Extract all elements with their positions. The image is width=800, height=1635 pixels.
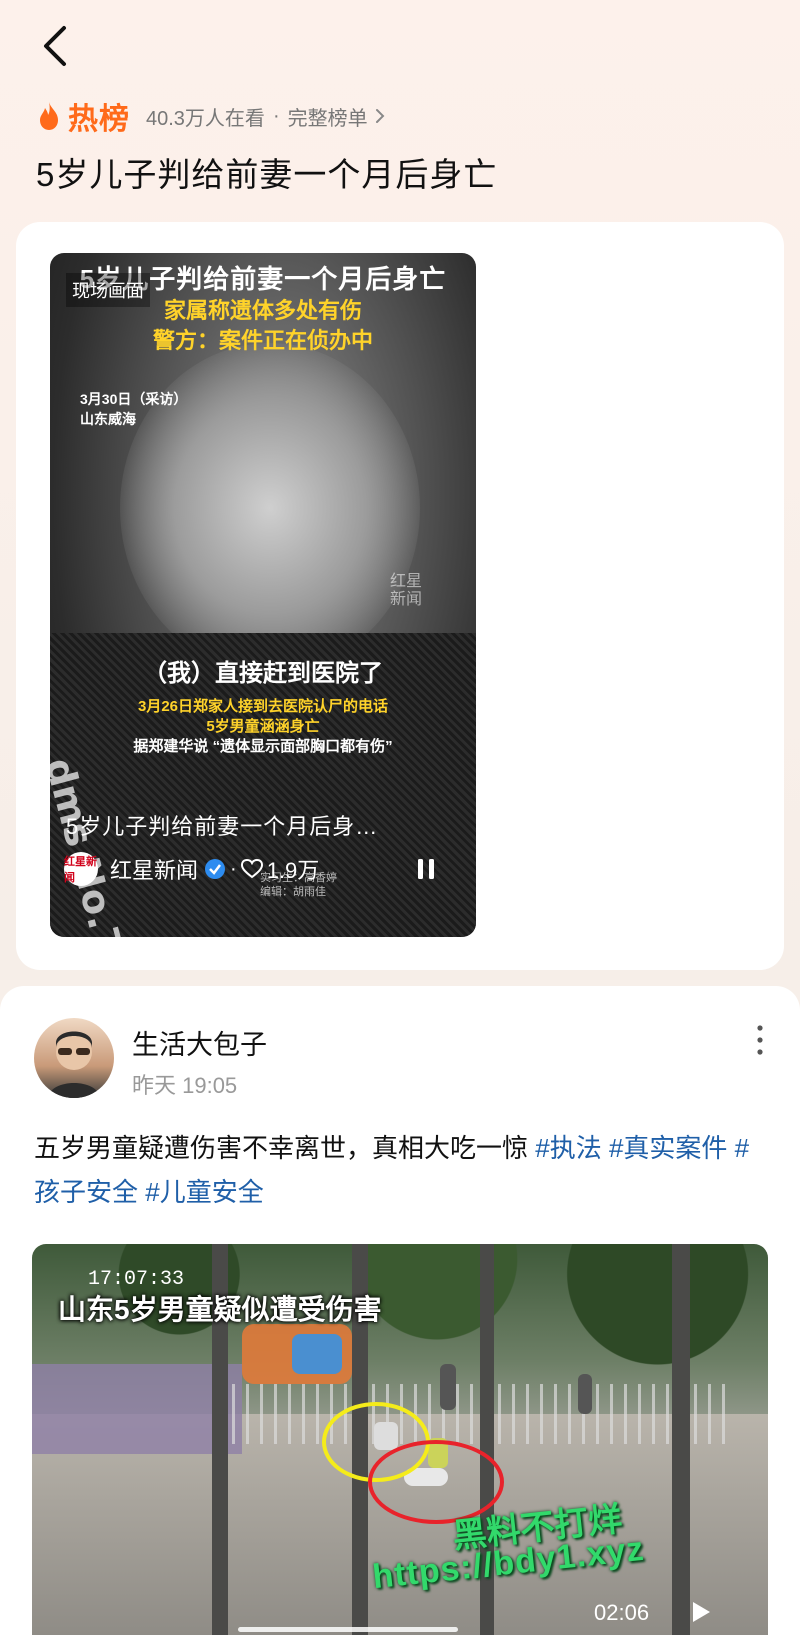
post-body: 五岁男童疑遭伤害不幸离世，真相大吃一惊 [34,1133,536,1163]
heart-icon[interactable] [240,859,263,879]
play-icon[interactable] [686,1598,714,1626]
hashtag-link[interactable]: #执法 [535,1133,601,1163]
video-overlay-line3: 警方：案件正在侦办中 [152,328,373,353]
person-figure [440,1364,456,1410]
post-video-player[interactable]: 17:07:33 山东5岁男童疑似遭受伤害 黑料不打烊 https://bdy1… [32,1244,768,1635]
source-logo[interactable]: 红星新闻 [64,852,98,886]
full-list-label: 完整榜单 [287,107,368,130]
like-count: 1.9万 [266,858,320,883]
video-caption: 5岁儿子判给前妻一个月后身… [66,814,379,839]
avatar-illustration [48,1031,100,1098]
video-subtitle-line2: 3月26日郑家人接到去医院认尸的电话 [137,698,389,715]
video-location: 山东威海 [80,411,136,427]
verified-badge-icon [205,859,226,879]
viewer-count: 40.3万人在看 [146,107,265,130]
chevron-left-icon [44,26,66,66]
person-figure [578,1374,592,1414]
back-button[interactable] [36,20,76,70]
pause-icon[interactable] [410,853,442,885]
flame-icon [40,102,58,130]
video-progress-bar[interactable] [238,1627,458,1632]
video-date: 3月30日（采访） [80,391,188,407]
video-watermark: 红星新闻 [390,573,423,608]
full-list-link[interactable]: 完整榜单 [288,102,386,131]
play-area-floor [32,1364,242,1454]
avatar[interactable] [34,1018,114,1098]
video-overlay-line2: 家属称遗体多处有伤 [163,298,362,323]
post-author-name[interactable]: 生活大包子 [132,1023,267,1062]
topic-title: 5岁儿子判给前妻一个月后身亡 [36,156,498,193]
post-time: 昨天 19:05 [132,1073,238,1098]
hashtag-link[interactable]: #儿童安全 [145,1177,263,1207]
video-author-bar: 红星新闻 红星新闻 · 1.9万 [64,847,319,891]
hashtag-link[interactable]: #真实案件 [609,1133,727,1163]
hot-list-row: 热榜 40.3万人在看 · 完整榜单 [36,96,386,136]
video-date-location: 3月30日（采访） 山东威海 [80,389,187,429]
post-video-title: 山东5岁男童疑似遭受伤害 [58,1294,382,1325]
pole [672,1244,690,1635]
video-subtitle-line3: 5岁男童涵涵身亡 [206,718,320,735]
playground-structure [292,1334,342,1374]
video-subtitle-line4: 据郑建华说 “遗体显示面部胸口都有伤” [133,738,393,755]
video-duration: 02:06 [594,1600,650,1625]
separator-dot: · [230,857,237,880]
separator-dot: · [272,104,280,127]
post-text: 五岁男童疑遭伤害不幸离世，真相大吃一惊 #执法 #真实案件 #孩子安全 #儿童安… [34,1126,774,1214]
video-subtitle-main: （我）直接赶到医院了 [143,660,383,687]
more-options-icon[interactable] [750,1022,770,1058]
hot-video-player[interactable]: dms No.79 Celebr 5岁儿子判给前妻一个月后身亡 现场画面 家属称… [50,253,476,937]
source-name[interactable]: 红星新闻 [110,853,198,885]
hot-list-label[interactable]: 热榜 [68,94,130,138]
chevron-right-icon [375,109,385,123]
